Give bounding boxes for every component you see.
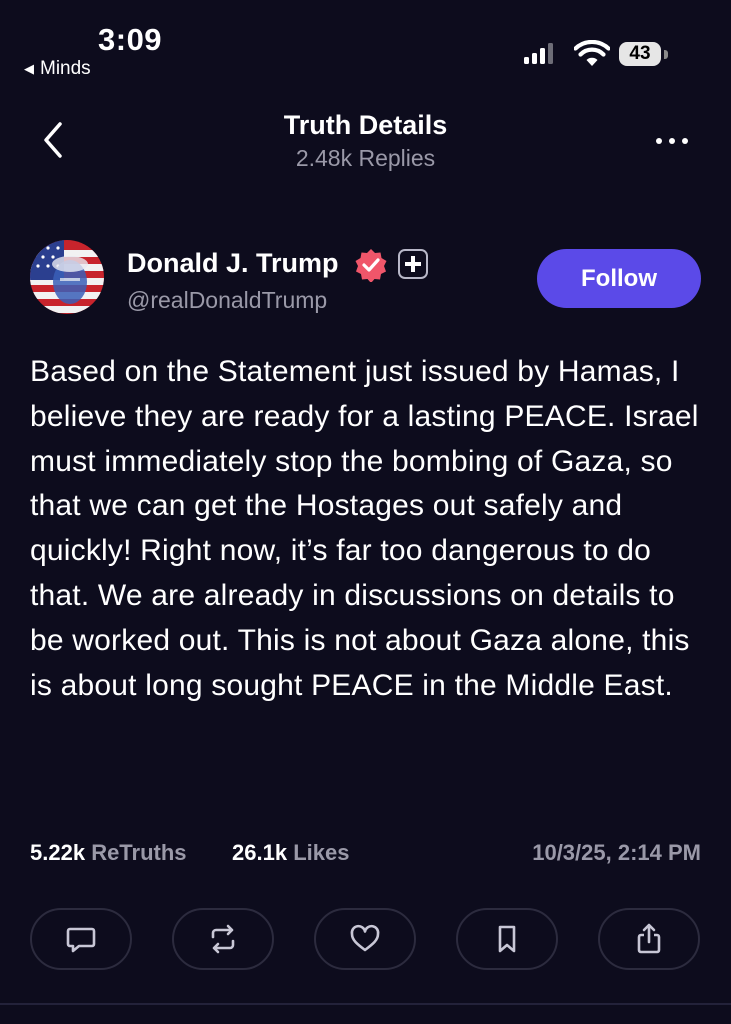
author-name[interactable]: Donald J. Trump (127, 248, 339, 279)
likes-count: 26.1k (232, 840, 288, 865)
retruths-label: ReTruths (91, 840, 187, 865)
bookmark-icon (498, 925, 516, 953)
more-options-icon[interactable] (650, 126, 694, 154)
follow-button[interactable]: Follow (537, 249, 701, 308)
wifi-icon (574, 40, 610, 66)
back-triangle-icon: ◀ (24, 61, 34, 76)
likes-stat[interactable]: 26.1k Likes (232, 840, 349, 866)
bookmark-button[interactable] (456, 908, 558, 970)
retruths-stat[interactable]: 5.22k ReTruths (30, 840, 187, 866)
action-bar (30, 908, 701, 972)
plus-badge-icon (398, 249, 428, 279)
status-time: 3:09 (98, 22, 163, 57)
share-button[interactable] (598, 908, 700, 970)
cellular-signal-icon (524, 42, 553, 64)
share-icon (637, 923, 661, 954)
retruths-count: 5.22k (30, 840, 86, 865)
avatar[interactable] (30, 240, 104, 314)
avatar-image (30, 240, 104, 314)
retruth-icon (211, 924, 235, 954)
retruth-button[interactable] (172, 908, 274, 970)
battery-cap (664, 50, 668, 59)
back-app-label: Minds (40, 58, 91, 79)
post-timestamp: 10/3/25, 2:14 PM (532, 840, 701, 865)
replies-count[interactable]: 2.48k Replies (0, 145, 731, 172)
verified-badge-icon (355, 249, 387, 282)
post-stats: 5.22k ReTruths 26.1k Likes 10/3/25, 2:14… (30, 840, 701, 872)
page-title: Truth Details (283, 110, 448, 140)
heart-icon (350, 924, 380, 952)
status-bar: 3:09 ◀ Minds 43 (0, 0, 731, 90)
post-body: Based on the Statement just issued by Ha… (30, 355, 699, 702)
comment-icon (66, 927, 96, 953)
likes-label: Likes (293, 840, 350, 865)
battery-level: 43 (619, 42, 661, 66)
reply-button[interactable] (30, 908, 132, 970)
like-button[interactable] (314, 908, 416, 970)
back-to-app-link[interactable]: ◀ Minds (24, 58, 91, 80)
author-handle[interactable]: @realDonaldTrump (127, 287, 327, 314)
divider (0, 1003, 731, 1005)
